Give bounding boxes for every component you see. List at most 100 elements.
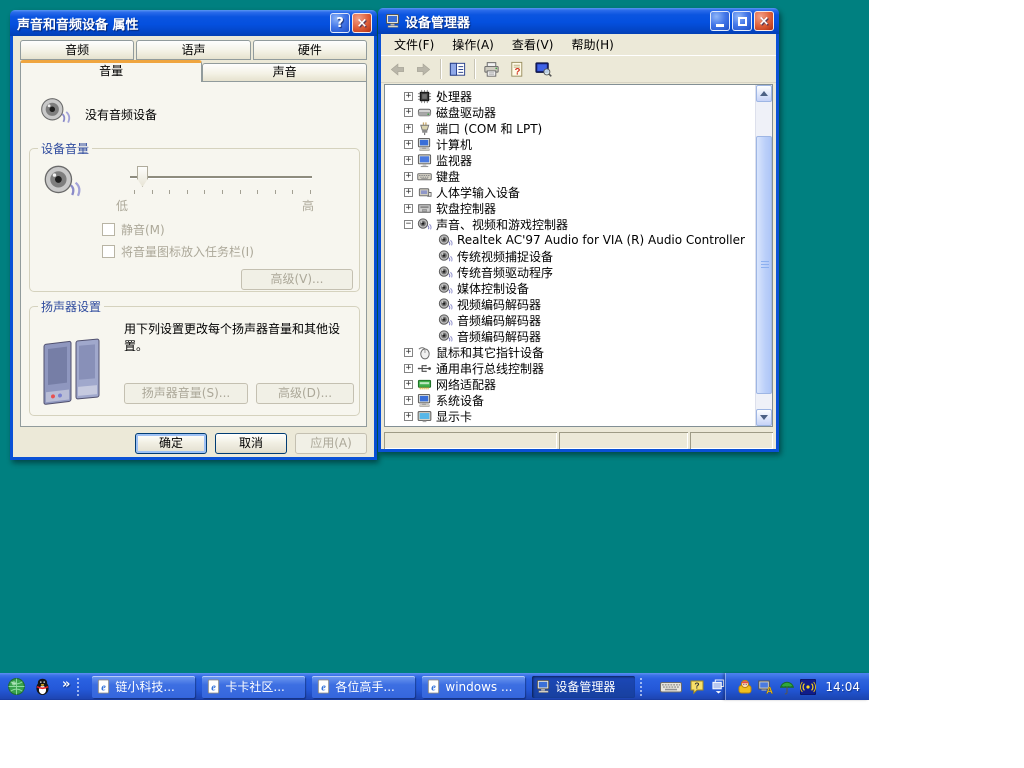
- messenger-doll-icon[interactable]: [737, 679, 753, 695]
- help-bubble-icon[interactable]: ?: [689, 679, 705, 695]
- taskbar-icon-checkbox[interactable]: 将音量图标放入任务栏(I): [102, 243, 254, 260]
- tree-item-label[interactable]: 媒体控制设备: [457, 280, 529, 297]
- expand-icon[interactable]: +: [404, 172, 413, 181]
- scroll-up-icon[interactable]: [756, 85, 772, 102]
- language-options-icon[interactable]: [712, 679, 725, 695]
- task-button-设备管理器[interactable]: 设备管理器: [532, 676, 635, 698]
- tree-item-label[interactable]: 端口 (COM 和 LPT): [436, 120, 542, 137]
- device-tree[interactable]: +处理器+磁盘驱动器+端口 (COM 和 LPT)+计算机+监视器+键盘+人体学…: [384, 84, 773, 427]
- expand-icon[interactable]: +: [404, 108, 413, 117]
- tree-item[interactable]: + 监视器: [385, 152, 755, 168]
- tree-item[interactable]: + 磁盘驱动器: [385, 104, 755, 120]
- speaker-volume-button[interactable]: 扬声器音量(S)...: [124, 383, 248, 404]
- expand-icon[interactable]: +: [404, 380, 413, 389]
- tree-item[interactable]: 音频编码解码器: [385, 312, 755, 328]
- tree-item-label[interactable]: 系统设备: [436, 392, 484, 409]
- expand-icon[interactable]: +: [404, 396, 413, 405]
- tree-item[interactable]: + 通用串行总线控制器: [385, 360, 755, 376]
- taskbar-separator[interactable]: [640, 678, 645, 696]
- tree-item-label[interactable]: 人体学输入设备: [436, 184, 520, 201]
- expand-icon[interactable]: +: [404, 156, 413, 165]
- tree-item-label[interactable]: 显示卡: [436, 408, 472, 425]
- console-tree-icon[interactable]: [445, 58, 470, 81]
- tree-item[interactable]: 传统视频捕捉设备: [385, 248, 755, 264]
- menu-item-操作(A)[interactable]: 操作(A): [443, 34, 503, 56]
- tree-item[interactable]: 视频编码解码器: [385, 296, 755, 312]
- tree-item[interactable]: + 键盘: [385, 168, 755, 184]
- volume-slider-track[interactable]: [130, 176, 312, 178]
- tree-item[interactable]: +端口 (COM 和 LPT): [385, 120, 755, 136]
- task-button-卡卡社区...[interactable]: e卡卡社区...: [202, 676, 305, 698]
- tab-声音[interactable]: 声音: [202, 63, 367, 81]
- tab-硬件[interactable]: 硬件: [253, 40, 367, 60]
- sound-dialog-titlebar[interactable]: 声音和音频设备 属性 ? ×: [10, 10, 377, 36]
- expand-icon[interactable]: +: [404, 140, 413, 149]
- internet-globe-icon[interactable]: [7, 677, 26, 696]
- collapse-icon[interactable]: −: [404, 220, 413, 229]
- volume-slider-thumb[interactable]: [137, 166, 148, 187]
- tree-item-label[interactable]: 处理器: [436, 88, 472, 105]
- mute-checkbox-box[interactable]: [102, 223, 115, 236]
- tab-语声[interactable]: 语声: [136, 40, 250, 60]
- expand-icon[interactable]: +: [404, 188, 413, 197]
- cancel-button[interactable]: 取消: [215, 433, 287, 454]
- close-icon[interactable]: ×: [352, 13, 372, 33]
- tree-item-label[interactable]: 鼠标和其它指针设备: [436, 344, 544, 361]
- tree-item-label[interactable]: 通用串行总线控制器: [436, 360, 544, 377]
- apply-button[interactable]: 应用(A): [295, 433, 367, 454]
- task-button-各位高手...[interactable]: e各位高手...: [312, 676, 415, 698]
- tree-item-label[interactable]: 键盘: [436, 168, 460, 185]
- desktop[interactable]: 声音和音频设备 属性 ? × 音频语声硬件 音量声音 没有音频设备 设备音量: [0, 0, 869, 700]
- tree-item[interactable]: 传统音频驱动程序: [385, 264, 755, 280]
- radio-waves-icon[interactable]: [800, 679, 816, 695]
- expand-icon[interactable]: +: [404, 204, 413, 213]
- task-button-链小科技...[interactable]: e链小科技...: [92, 676, 195, 698]
- expand-icon[interactable]: +: [404, 412, 413, 421]
- vertical-scrollbar[interactable]: [755, 85, 772, 426]
- expand-icon[interactable]: +: [404, 92, 413, 101]
- clock[interactable]: 14:04: [825, 680, 860, 694]
- tree-item-label[interactable]: 网络适配器: [436, 376, 496, 393]
- tree-item[interactable]: 媒体控制设备: [385, 280, 755, 296]
- close-icon[interactable]: ×: [754, 11, 774, 31]
- tree-item[interactable]: 音频编码解码器: [385, 328, 755, 344]
- tree-item-label[interactable]: 计算机: [436, 136, 472, 153]
- tree-item[interactable]: + 人体学输入设备: [385, 184, 755, 200]
- tree-item-label[interactable]: 软盘控制器: [436, 200, 496, 217]
- keyboard-icon[interactable]: [660, 679, 682, 695]
- qq-icon[interactable]: [33, 677, 52, 696]
- tree-item-label[interactable]: 监视器: [436, 152, 472, 169]
- tree-item[interactable]: + 显示卡: [385, 408, 755, 424]
- device-manager-titlebar[interactable]: 设备管理器 ×: [378, 8, 779, 34]
- speaker-advanced-button[interactable]: 高级(D)...: [256, 383, 354, 404]
- tree-item-label[interactable]: 传统音频驱动程序: [457, 264, 553, 281]
- tree-item[interactable]: + 计算机: [385, 136, 755, 152]
- minimize-icon[interactable]: [710, 11, 730, 31]
- menu-item-文件(F)[interactable]: 文件(F): [385, 34, 443, 56]
- mute-checkbox[interactable]: 静音(M): [102, 221, 165, 238]
- tab-音频[interactable]: 音频: [20, 40, 134, 60]
- taskbar-separator[interactable]: [77, 678, 82, 696]
- tree-item-label[interactable]: 磁盘驱动器: [436, 104, 496, 121]
- expand-icon[interactable]: +: [404, 348, 413, 357]
- tree-item-label[interactable]: Realtek AC'97 Audio for VIA (R) Audio Co…: [457, 233, 745, 247]
- taskbar-icon-checkbox-box[interactable]: [102, 245, 115, 258]
- tree-item-label[interactable]: 音频编码解码器: [457, 328, 541, 345]
- expand-icon[interactable]: +: [404, 364, 413, 373]
- tree-item[interactable]: + 软盘控制器: [385, 200, 755, 216]
- tab-音量[interactable]: 音量: [20, 60, 202, 82]
- umbrella-icon[interactable]: [779, 679, 795, 695]
- scan-hardware-icon[interactable]: [531, 58, 556, 81]
- tree-item[interactable]: + 处理器: [385, 88, 755, 104]
- menu-item-帮助(H)[interactable]: 帮助(H): [562, 34, 622, 56]
- help-doc-icon[interactable]: ?: [505, 58, 530, 81]
- tree-item[interactable]: + 网络适配器: [385, 376, 755, 392]
- tree-item-label[interactable]: 传统视频捕捉设备: [457, 248, 553, 265]
- tree-item-label[interactable]: 视频编码解码器: [457, 296, 541, 313]
- scroll-down-icon[interactable]: [756, 409, 772, 426]
- tree-item[interactable]: Realtek AC'97 Audio for VIA (R) Audio Co…: [385, 232, 755, 248]
- monitor-a-icon[interactable]: A: [758, 679, 774, 695]
- scrollbar-thumb[interactable]: [756, 136, 772, 394]
- tree-item[interactable]: + 系统设备: [385, 392, 755, 408]
- help-icon[interactable]: ?: [330, 13, 350, 33]
